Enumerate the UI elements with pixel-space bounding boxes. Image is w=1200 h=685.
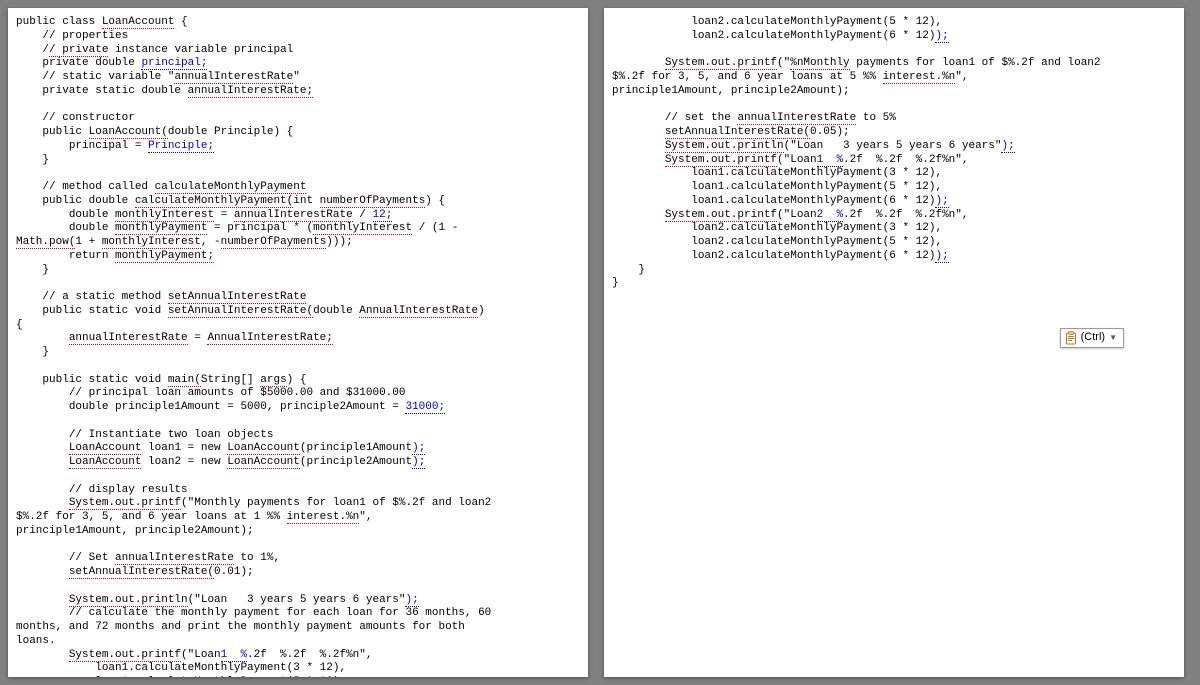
code-block-page-1: public class LoanAccount { // properties… [16, 16, 580, 677]
clipboard-icon [1065, 331, 1077, 345]
chevron-down-icon: ▼ [1109, 333, 1117, 343]
document-page-2: loan2.calculateMonthlyPayment(5 * 12), l… [604, 8, 1184, 677]
paste-options-label: (Ctrl) [1081, 331, 1105, 345]
document-page-1: public class LoanAccount { // properties… [8, 8, 588, 677]
code-block-page-2: loan2.calculateMonthlyPayment(5 * 12), l… [612, 16, 1176, 291]
paste-options-button[interactable]: (Ctrl) ▼ [1060, 328, 1124, 348]
